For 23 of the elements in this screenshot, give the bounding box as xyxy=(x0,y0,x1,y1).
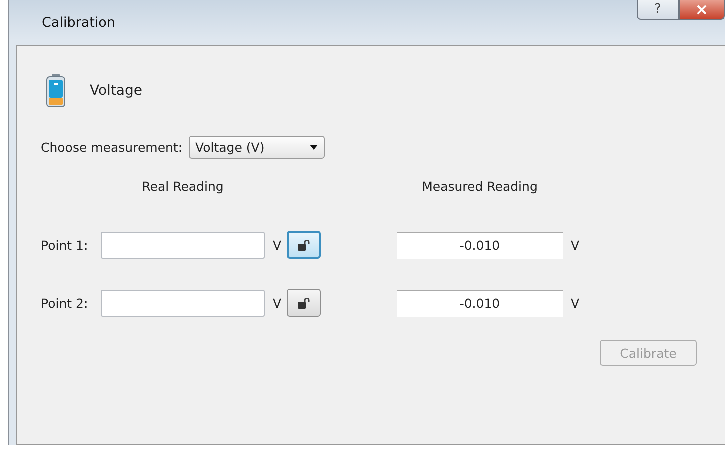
unit-label: V xyxy=(570,238,580,252)
sensor-name: Voltage xyxy=(90,83,143,99)
unlocked-padlock-icon xyxy=(298,240,310,250)
help-button[interactable]: ? xyxy=(637,0,679,20)
column-header: Real Reading xyxy=(141,179,225,196)
measured-reading-field[interactable]: -0.010 xyxy=(397,290,563,316)
point-label: Point 2: xyxy=(41,296,88,310)
point-label: Point 1: xyxy=(41,238,88,252)
real-reading-field[interactable] xyxy=(101,290,265,316)
measurement-label: Choose measurement: xyxy=(41,140,183,155)
measurement-dropdown[interactable]: Voltage (V) xyxy=(188,136,325,159)
real-reading-field[interactable] xyxy=(101,232,265,258)
battery-icon xyxy=(46,74,66,108)
lock-button[interactable] xyxy=(287,289,321,317)
unit-label: V xyxy=(570,296,580,310)
lock-button[interactable] xyxy=(287,231,321,259)
unlocked-padlock-icon xyxy=(298,298,310,308)
measured-reading-field[interactable]: -0.010 xyxy=(397,232,563,258)
unit-label: V xyxy=(272,296,282,310)
caret-icon xyxy=(310,145,318,150)
window-title: Calibration xyxy=(42,14,116,30)
unit-label: V xyxy=(272,238,282,252)
column-header: Measured Reading xyxy=(421,179,539,196)
